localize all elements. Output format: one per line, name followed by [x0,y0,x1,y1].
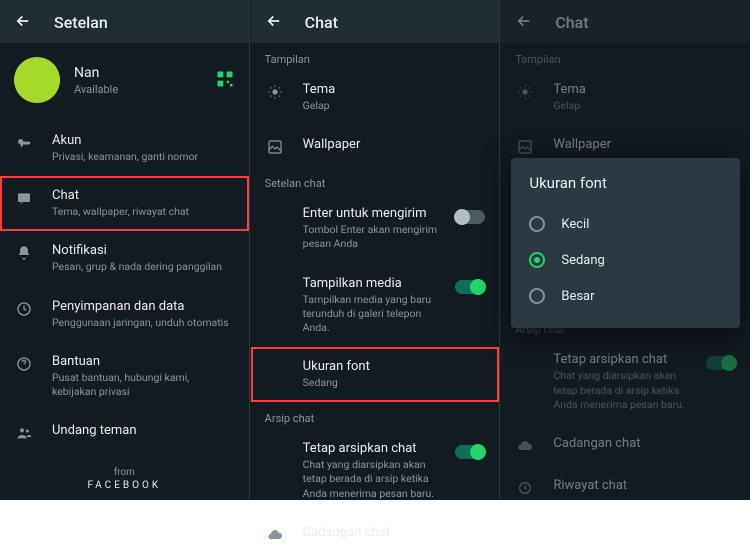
item-label: Enter untuk mengirim [303,206,438,221]
item-label: Riwayat chat [553,478,736,493]
radio-icon [529,288,545,304]
header-title: Chat [305,13,338,32]
font-option-medium[interactable]: Sedang [529,242,722,278]
radio-label: Kecil [561,217,589,232]
toggle-media-visibility[interactable] [455,280,485,294]
chat-item-wallpaper[interactable]: Wallpaper [251,125,500,167]
avatar [14,57,60,103]
wallpaper-icon [515,139,535,155]
back-icon[interactable] [265,12,283,33]
item-label: Tetap arsipkan chat [303,441,438,456]
settings-item-account[interactable]: Akun Privasi, keamanan, ganti nomor [0,121,249,176]
history-icon [515,480,535,496]
header-title: Setelan [54,13,108,32]
item-label: Chat [52,188,235,203]
radio-icon [529,252,545,268]
theme-icon [515,84,535,100]
profile-name: Nan [74,65,118,81]
item-desc: Tombol Enter akan mengirim pesan Anda [303,223,438,251]
radio-icon [529,216,545,232]
section-archive: Arsip chat [251,402,500,429]
item-desc: Gelap [553,99,736,113]
item-desc: Privasi, keamanan, ganti nomor [52,150,235,164]
settings-item-help[interactable]: Bantuan Pusat bantuan, hubungi kami, keb… [0,342,249,411]
chat-item-font-size[interactable]: Ukuran font Sedang [251,347,500,402]
toggle-enter-send[interactable] [455,210,485,224]
item-desc: Sedang [303,376,486,390]
item-label: Tampilkan media [303,276,438,291]
chat-item-backup: Cadangan chat [501,424,750,466]
settings-item-notifications[interactable]: Notifikasi Pesan, grup & nada dering pan… [0,231,249,286]
key-icon [14,135,34,151]
settings-item-storage[interactable]: Penyimpanan dan data Penggunaan jaringan… [0,287,249,342]
settings-screen: Setelan Nan Available Akun Privasi, keam… [0,0,250,500]
toggle-keep-archived [706,356,736,370]
theme-icon [265,84,285,100]
font-option-small[interactable]: Kecil [529,206,722,242]
item-desc: Chat yang diarsipkan akan tetap berada d… [303,458,438,501]
back-icon[interactable] [14,12,32,33]
section-display: Tampilan [501,43,750,70]
people-icon [14,425,34,441]
item-label: Wallpaper [303,137,486,152]
bell-icon [14,245,34,261]
item-label: Akun [52,133,235,148]
settings-item-invite[interactable]: Undang teman [0,411,249,453]
chat-item-backup[interactable]: Cadangan chat [251,513,500,555]
item-label: Cadangan chat [303,525,486,540]
header: Chat [251,0,500,43]
item-label: Wallpaper [553,137,736,152]
header-title: Chat [555,13,588,32]
back-icon [515,12,533,33]
item-desc: Chat yang diarsipkan akan tetap berada d… [553,369,688,412]
profile-status: Available [74,83,118,96]
item-desc: Gelap [303,99,486,113]
header: Chat [501,0,750,43]
footer-company: FACEBOOK [0,480,249,491]
cloud-icon [515,438,535,454]
item-desc: Pesan, grup & nada dering panggilan [52,260,235,274]
item-label: Bantuan [52,354,235,369]
item-label: Tema [303,82,486,97]
chat-item-enter-send[interactable]: Enter untuk mengirim Tombol Enter akan m… [251,194,500,263]
item-label: Penyimpanan dan data [52,299,235,314]
data-icon [14,301,34,317]
header: Setelan [0,0,249,43]
wallpaper-icon [265,139,285,155]
footer-from: from [0,467,249,478]
item-desc: Penggunaan jaringan, unduh otomatis [52,316,235,330]
chat-item-media-visibility[interactable]: Tampilkan media Tampilkan media yang bar… [251,264,500,348]
item-label: Ukuran font [303,359,486,374]
qr-icon[interactable] [215,69,235,92]
item-label: Cadangan chat [553,436,736,451]
chat-item-history: Riwayat chat [501,466,750,508]
section-display: Tampilan [251,43,500,70]
help-icon [14,356,34,372]
chat-item-keep-archived[interactable]: Tetap arsipkan chat Chat yang diarsipkan… [251,429,500,513]
radio-label: Sedang [561,253,605,268]
toggle-keep-archived[interactable] [455,445,485,459]
profile-row[interactable]: Nan Available [0,43,249,121]
chat-settings-screen: Chat Tampilan Tema Gelap Wallpaper Setel… [251,0,501,500]
section-chat-settings: Setelan chat [251,167,500,194]
cloud-icon [265,527,285,543]
font-size-dialog: Ukuran font Kecil Sedang Besar [511,158,740,328]
font-option-large[interactable]: Besar [529,278,722,314]
item-label: Tema [553,82,736,97]
footer: from FACEBOOK [0,453,249,509]
item-desc: Tampilkan media yang baru terunduh di ga… [303,293,438,336]
dialog-title: Ukuran font [529,174,722,192]
item-label: Tetap arsipkan chat [553,352,688,367]
settings-item-chats[interactable]: Chat Tema, wallpaper, riwayat chat [0,176,249,231]
chat-settings-screen-dialog: Chat Tampilan Tema Gelap Wallpaper Setel… [501,0,750,500]
chat-icon [14,190,34,206]
radio-label: Besar [561,289,594,304]
chat-item-theme: Tema Gelap [501,70,750,125]
chat-item-keep-archived: Tetap arsipkan chat Chat yang diarsipkan… [501,340,750,424]
chat-item-theme[interactable]: Tema Gelap [251,70,500,125]
item-label: Notifikasi [52,243,235,258]
item-desc: Pusat bantuan, hubungi kami, kebijakan p… [52,371,235,399]
item-label: Undang teman [52,423,235,438]
item-desc: Tema, wallpaper, riwayat chat [52,205,235,219]
